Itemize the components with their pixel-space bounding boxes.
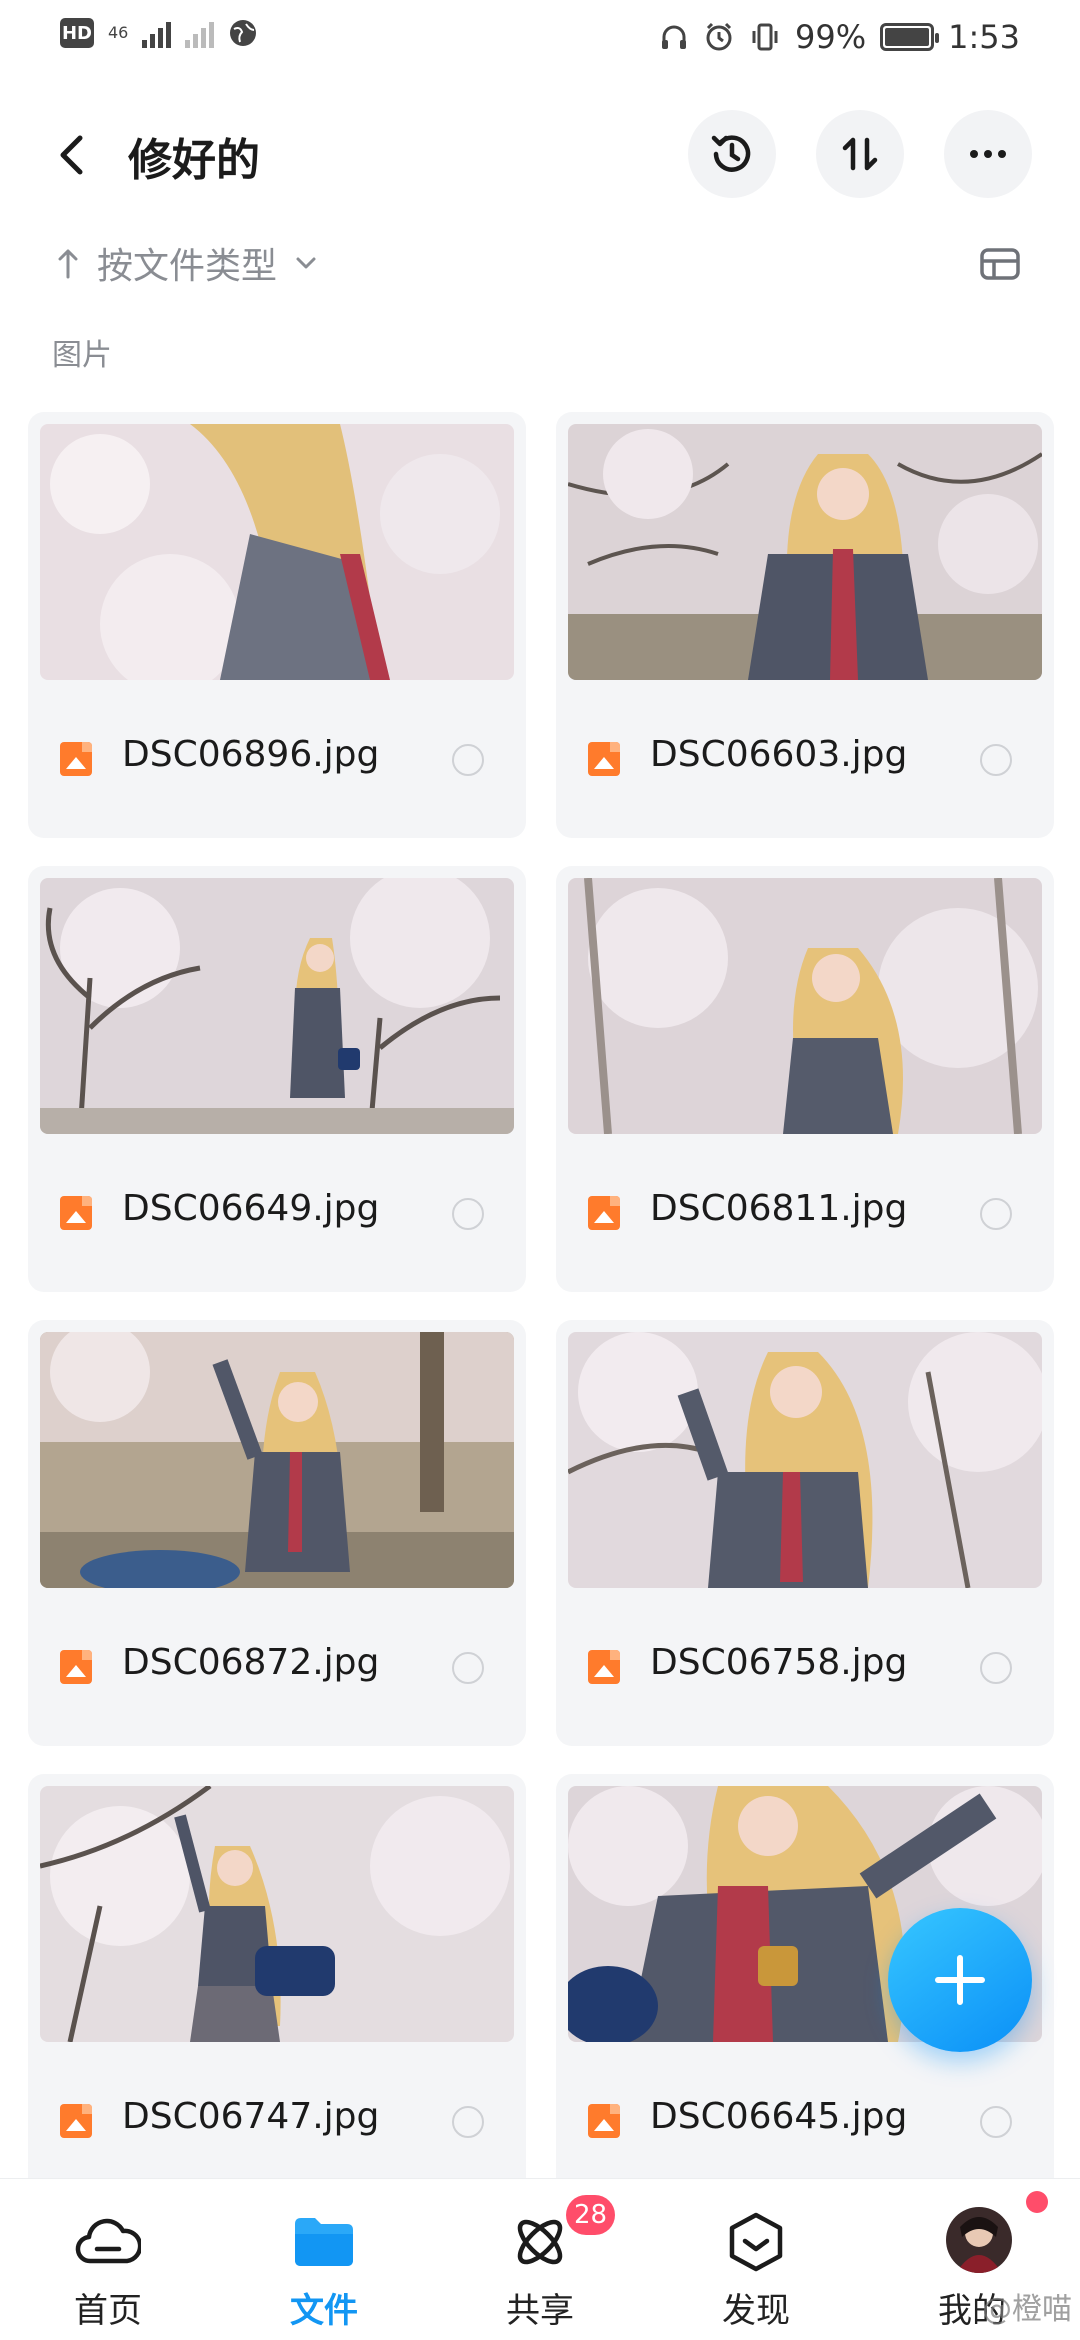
plus-icon: [935, 1955, 985, 2005]
add-button[interactable]: [888, 1908, 1032, 2052]
file-card[interactable]: DSC06649.jpg: [28, 866, 526, 1292]
file-name: DSC06758.jpg: [650, 1642, 908, 1683]
image-file-icon: [588, 1650, 620, 1684]
nav-share[interactable]: 28 共享: [432, 2179, 648, 2340]
file-thumbnail: [568, 878, 1042, 1134]
section-label: 图片: [52, 338, 112, 373]
file-name: DSC06872.jpg: [122, 1642, 380, 1683]
more-icon: [970, 150, 1006, 158]
globe-icon: [230, 20, 257, 46]
sort-button[interactable]: [816, 110, 904, 198]
view-toggle-button[interactable]: [978, 244, 1022, 284]
hd-indicator: HD: [60, 18, 94, 48]
select-radio[interactable]: [980, 1198, 1012, 1230]
file-name: DSC06645.jpg: [650, 2096, 908, 2137]
battery-percent: 99%: [795, 18, 867, 56]
select-radio[interactable]: [980, 744, 1012, 776]
chevron-down-icon: [296, 257, 316, 269]
file-thumbnail: [40, 1786, 514, 2042]
sort-icon: [842, 137, 878, 171]
file-thumbnail: [40, 1332, 514, 1588]
nav-label: 共享: [506, 2291, 574, 2331]
app-screen: HD 46 99% 1:53 修好的 按文件类型 图片 DSC06896.jpg…: [0, 0, 1080, 2340]
image-file-icon: [588, 2104, 620, 2138]
file-card[interactable]: DSC06872.jpg: [28, 1320, 526, 1746]
file-name: DSC06896.jpg: [122, 734, 380, 775]
select-radio[interactable]: [980, 2106, 1012, 2138]
select-radio[interactable]: [452, 1198, 484, 1230]
discover-icon: [720, 2209, 792, 2275]
network-type: 46: [108, 23, 129, 42]
share-orbit-icon: [504, 2209, 576, 2275]
signal-empty-icon: [185, 18, 215, 48]
avatar: [946, 2207, 1012, 2273]
list-view-icon: [980, 248, 1020, 280]
select-radio[interactable]: [980, 1652, 1012, 1684]
battery-icon: [880, 23, 940, 51]
file-thumbnail: [568, 424, 1042, 680]
page-title: 修好的: [128, 135, 260, 186]
history-button[interactable]: [688, 110, 776, 198]
file-name: DSC06649.jpg: [122, 1188, 380, 1229]
file-name: DSC06603.jpg: [650, 734, 908, 775]
back-button[interactable]: [48, 130, 98, 180]
status-bar: HD 46 99% 1:53: [0, 0, 1080, 78]
file-name: DSC06747.jpg: [122, 2096, 380, 2137]
nav-label: 首页: [74, 2291, 142, 2331]
sort-selector[interactable]: 按文件类型: [55, 238, 319, 288]
image-file-icon: [60, 742, 92, 776]
image-file-icon: [588, 742, 620, 776]
file-thumbnail: [40, 424, 514, 680]
status-right: 99% 1:53: [659, 18, 1020, 56]
nav-files[interactable]: 文件: [216, 2179, 432, 2340]
headphones-icon: [662, 25, 687, 49]
alarm-icon: [706, 22, 732, 51]
image-file-icon: [60, 2104, 92, 2138]
notification-badge: 28: [566, 2195, 616, 2235]
file-card[interactable]: DSC06603.jpg: [556, 412, 1054, 838]
vibrate-icon: [752, 23, 778, 51]
clock: 1:53: [948, 18, 1020, 56]
folder-icon: [288, 2209, 360, 2275]
nav-label: 文件: [290, 2291, 358, 2331]
image-file-icon: [588, 1196, 620, 1230]
arrow-up-icon: [58, 249, 78, 279]
back-arrow-icon: [60, 135, 83, 175]
file-name: DSC06811.jpg: [650, 1188, 908, 1229]
nav-label: 发现: [722, 2291, 790, 2331]
file-thumbnail: [40, 878, 514, 1134]
battery-fill: [885, 28, 930, 46]
select-radio[interactable]: [452, 2106, 484, 2138]
image-file-icon: [60, 1650, 92, 1684]
select-radio[interactable]: [452, 1652, 484, 1684]
file-thumbnail: [568, 1332, 1042, 1588]
sort-label: 按文件类型: [97, 246, 278, 287]
history-icon: [711, 135, 751, 172]
file-card[interactable]: DSC06896.jpg: [28, 412, 526, 838]
unread-dot: [1026, 2191, 1048, 2213]
image-file-icon: [60, 1196, 92, 1230]
more-button[interactable]: [944, 110, 1032, 198]
cloud-icon: [72, 2209, 144, 2275]
nav-discover[interactable]: 发现: [648, 2179, 864, 2340]
header: 修好的: [0, 110, 1080, 200]
file-card[interactable]: DSC06758.jpg: [556, 1320, 1054, 1746]
file-card[interactable]: DSC06811.jpg: [556, 866, 1054, 1292]
watermark: @橙喵: [982, 2292, 1072, 2327]
signal-icon: [142, 18, 172, 48]
bottom-nav: 首页 文件 28 共享 发现 我的 @橙喵: [0, 2178, 1080, 2340]
status-left: HD 46: [60, 18, 258, 48]
nav-home[interactable]: 首页: [0, 2179, 216, 2340]
file-card[interactable]: DSC06747.jpg: [28, 1774, 526, 2200]
select-radio[interactable]: [452, 744, 484, 776]
